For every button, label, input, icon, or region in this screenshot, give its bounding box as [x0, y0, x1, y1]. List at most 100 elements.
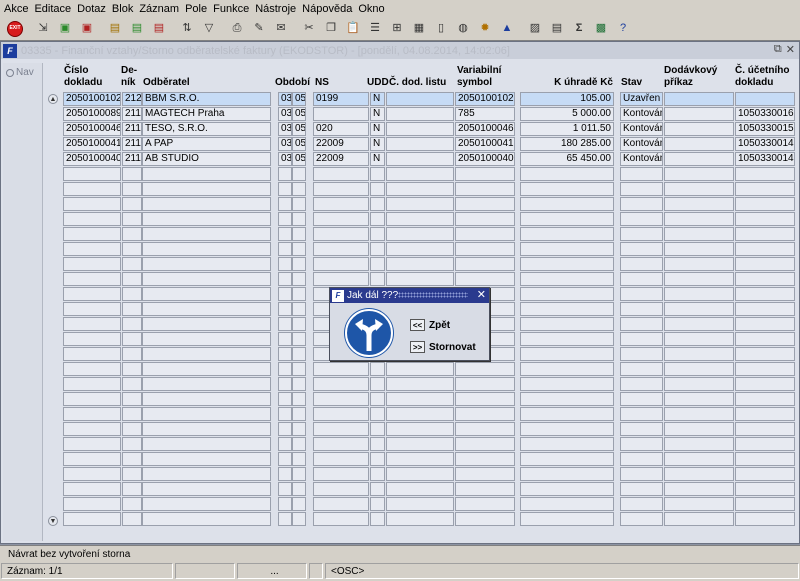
cell-kc[interactable] — [520, 167, 614, 181]
cell-cislo[interactable] — [63, 332, 121, 346]
cell-udd[interactable] — [370, 497, 385, 511]
cell-ns[interactable] — [313, 467, 369, 481]
cell-obd2[interactable] — [292, 197, 306, 211]
cell-odberatel[interactable] — [142, 512, 271, 526]
cell-kc[interactable] — [520, 332, 614, 346]
cell-odberatel[interactable] — [142, 362, 271, 376]
cell-kc[interactable]: 105.00 — [520, 92, 614, 106]
cell-ns[interactable] — [313, 212, 369, 226]
cell-ucet[interactable] — [735, 407, 795, 421]
cell-odberatel[interactable] — [142, 407, 271, 421]
cell-obd1[interactable] — [278, 212, 292, 226]
menu-nástroje[interactable]: Nástroje — [255, 3, 302, 15]
menu-dotaz[interactable]: Dotaz — [77, 3, 112, 15]
cell-vs[interactable] — [455, 197, 515, 211]
cell-stav[interactable] — [620, 482, 663, 496]
cell-ucet[interactable] — [735, 197, 795, 211]
cell-cislo[interactable] — [63, 362, 121, 376]
cell-ucet[interactable] — [735, 242, 795, 256]
menu-akce[interactable]: Akce — [4, 3, 34, 15]
cell-denik[interactable] — [122, 287, 142, 301]
cell-ns[interactable] — [313, 257, 369, 271]
cell-obd1[interactable] — [278, 302, 292, 316]
cell-kc[interactable] — [520, 362, 614, 376]
cell-ns[interactable] — [313, 452, 369, 466]
cell-kc[interactable] — [520, 257, 614, 271]
cell-kc[interactable]: 180 285.00 — [520, 137, 614, 151]
cell-denik[interactable] — [122, 227, 142, 241]
cell-odberatel[interactable] — [142, 482, 271, 496]
cell-vs[interactable] — [455, 362, 515, 376]
cell-denik[interactable]: 211 — [122, 137, 142, 151]
cell-prikaz[interactable] — [664, 317, 734, 331]
cell-obd2[interactable]: 05 — [292, 107, 306, 121]
cell-ucet[interactable] — [735, 317, 795, 331]
cell-denik[interactable] — [122, 302, 142, 316]
cell-prikaz[interactable] — [664, 467, 734, 481]
cell-prikaz[interactable] — [664, 227, 734, 241]
cell-udd[interactable] — [370, 377, 385, 391]
sun-icon[interactable]: ✹ — [476, 20, 494, 38]
cell-ns[interactable]: 22009 — [313, 137, 369, 151]
cell-dod[interactable] — [386, 437, 454, 451]
cell-obd1[interactable]: 03 — [278, 122, 292, 136]
globe-icon[interactable]: ◍ — [454, 20, 472, 38]
cell-cislo[interactable] — [63, 257, 121, 271]
filter-icon[interactable]: ▽ — [200, 20, 218, 38]
cell-kc[interactable] — [520, 392, 614, 406]
cell-ns[interactable] — [313, 422, 369, 436]
cell-ns[interactable] — [313, 392, 369, 406]
cell-prikaz[interactable] — [664, 92, 734, 106]
cell-odberatel[interactable] — [142, 467, 271, 481]
cell-cislo[interactable]: 2050100102 — [63, 92, 121, 106]
cell-obd2[interactable] — [292, 467, 306, 481]
scroll-down-button[interactable]: ▼ — [48, 516, 58, 526]
cell-ns[interactable] — [313, 242, 369, 256]
cell-prikaz[interactable] — [664, 377, 734, 391]
cell-vs[interactable] — [455, 392, 515, 406]
cell-prikaz[interactable] — [664, 512, 734, 526]
cell-ucet[interactable] — [735, 467, 795, 481]
cell-cislo[interactable] — [63, 167, 121, 181]
cell-ucet[interactable]: 1050330014 — [735, 152, 795, 166]
cell-odberatel[interactable] — [142, 452, 271, 466]
cell-stav[interactable] — [620, 347, 663, 361]
cell-dod[interactable] — [386, 137, 454, 151]
cell-denik[interactable] — [122, 377, 142, 391]
cell-dod[interactable] — [386, 242, 454, 256]
cell-cislo[interactable] — [63, 197, 121, 211]
cancel-query-icon[interactable]: ▤ — [150, 20, 168, 38]
cell-obd1[interactable] — [278, 347, 292, 361]
cell-prikaz[interactable] — [664, 242, 734, 256]
cell-cislo[interactable] — [63, 287, 121, 301]
cell-vs[interactable]: 2050100040 — [455, 152, 515, 166]
cell-stav[interactable] — [620, 497, 663, 511]
cell-kc[interactable] — [520, 377, 614, 391]
cell-obd2[interactable] — [292, 227, 306, 241]
cell-odberatel[interactable] — [142, 182, 271, 196]
cell-stav[interactable] — [620, 242, 663, 256]
cell-obd1[interactable] — [278, 257, 292, 271]
cell-denik[interactable] — [122, 317, 142, 331]
cell-prikaz[interactable] — [664, 197, 734, 211]
cell-kc[interactable] — [520, 302, 614, 316]
cell-dod[interactable] — [386, 212, 454, 226]
delete-record-icon[interactable]: ▣ — [78, 20, 96, 38]
cell-cislo[interactable] — [63, 302, 121, 316]
cell-odberatel[interactable] — [142, 377, 271, 391]
menu-funkce[interactable]: Funkce — [213, 3, 255, 15]
cell-odberatel[interactable] — [142, 497, 271, 511]
cell-denik[interactable] — [122, 347, 142, 361]
cell-ucet[interactable] — [735, 482, 795, 496]
cell-stav[interactable] — [620, 422, 663, 436]
cell-udd[interactable]: N — [370, 122, 385, 136]
cell-odberatel[interactable] — [142, 227, 271, 241]
cell-vs[interactable] — [455, 437, 515, 451]
cell-stav[interactable] — [620, 437, 663, 451]
cell-obd1[interactable] — [278, 287, 292, 301]
cell-obd2[interactable] — [292, 167, 306, 181]
cell-ucet[interactable] — [735, 497, 795, 511]
cell-dod[interactable] — [386, 512, 454, 526]
cell-vs[interactable] — [455, 512, 515, 526]
cell-prikaz[interactable] — [664, 137, 734, 151]
